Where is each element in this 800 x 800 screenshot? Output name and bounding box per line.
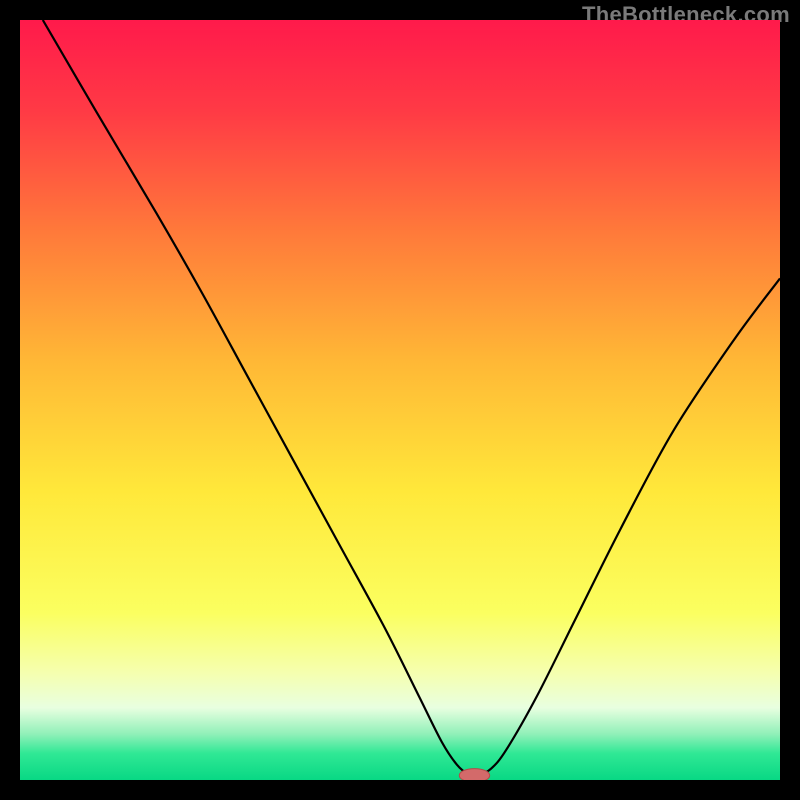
optimal-point-marker xyxy=(459,769,489,780)
gradient-background xyxy=(20,20,780,780)
bottleneck-chart xyxy=(20,20,780,780)
chart-frame: TheBottleneck.com xyxy=(0,0,800,800)
